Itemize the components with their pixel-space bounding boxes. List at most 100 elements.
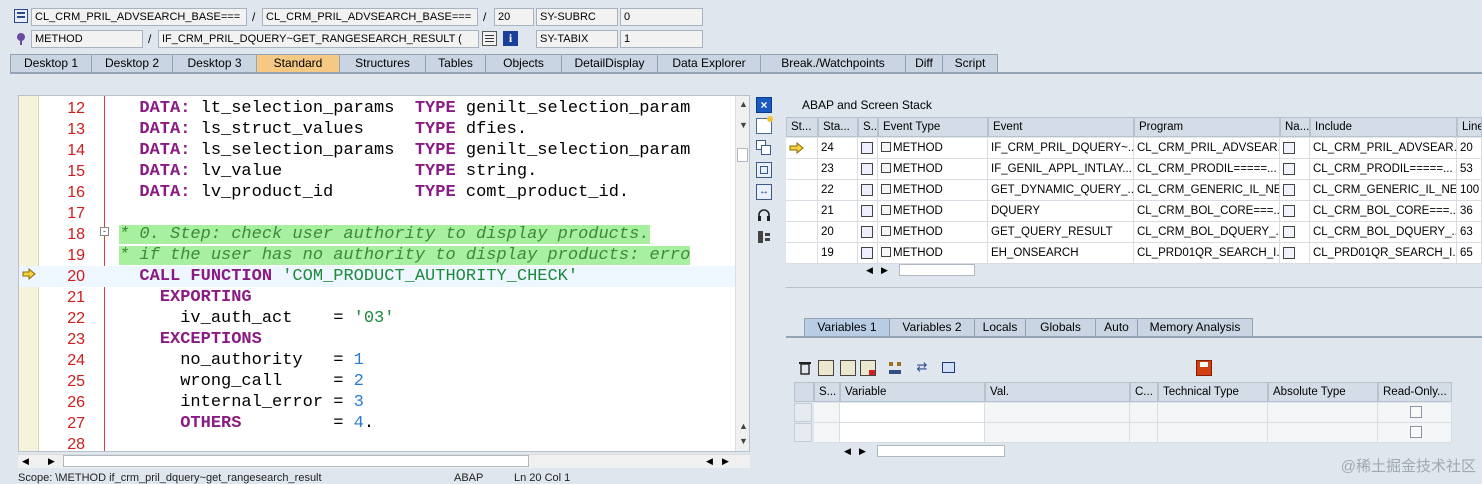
code-line[interactable]: 21 EXPORTING <box>19 287 735 308</box>
stack-line[interactable]: 36 <box>1457 201 1482 222</box>
stack-column-header[interactable]: Program <box>1134 117 1280 137</box>
object-icon[interactable] <box>942 362 955 373</box>
stack-include[interactable]: CL_PRD01QR_SEARCH_I... <box>1310 243 1457 264</box>
stack-event[interactable]: GET_DYNAMIC_QUERY_... <box>988 180 1134 201</box>
stack-level[interactable]: 22 <box>818 180 858 201</box>
maximize-icon[interactable] <box>756 162 772 178</box>
source-code-icon[interactable] <box>482 31 497 46</box>
stack-nav-cell[interactable] <box>1280 180 1310 201</box>
variables-icon[interactable] <box>860 360 876 376</box>
scroll-right-icon[interactable]: ▶ <box>722 455 729 467</box>
code-line[interactable]: 20 CALL FUNCTION 'COM_PRODUCT_AUTHORITY_… <box>19 266 735 287</box>
stack-event[interactable]: GET_QUERY_RESULT <box>988 222 1134 243</box>
stack-include[interactable]: CL_CRM_BOL_DQUERY_... <box>1310 222 1457 243</box>
stack-program[interactable]: CL_CRM_PRIL_ADVSEAR... <box>1134 138 1280 159</box>
variables-cell[interactable] <box>1268 403 1378 423</box>
variables-icon[interactable] <box>840 360 856 376</box>
scroll-left-icon[interactable]: ◀ <box>22 455 29 467</box>
stack-nav-cell[interactable] <box>1280 201 1310 222</box>
stack-include[interactable]: CL_CRM_BOL_CORE===... <box>1310 201 1457 222</box>
stack-event[interactable]: IF_CRM_PRIL_DQUERY~... <box>988 138 1134 159</box>
stack-column-header[interactable]: St... <box>786 117 818 137</box>
stack-event-type[interactable]: METHOD <box>878 201 988 222</box>
read-only-checkbox[interactable] <box>1410 426 1422 438</box>
stack-nav-cell[interactable] <box>1280 159 1310 180</box>
row-selector[interactable] <box>794 403 812 422</box>
variables-cell[interactable] <box>1130 403 1158 423</box>
tab-auto[interactable]: Auto <box>1095 318 1138 336</box>
stack-include[interactable]: CL_CRM_PRODIL=====... <box>1310 159 1457 180</box>
code-line[interactable]: 19 * if the user has no authority to disp… <box>19 245 735 266</box>
stack-line[interactable]: 65 <box>1457 243 1482 264</box>
stack-current-indicator[interactable] <box>786 243 818 264</box>
stack-program[interactable]: CL_CRM_PRODIL=====... <box>1134 159 1280 180</box>
stack-horizontal-scrollbar[interactable]: ◀ ▶ <box>864 264 976 278</box>
variables-cell[interactable] <box>814 403 840 423</box>
variables-cell[interactable] <box>985 423 1130 443</box>
sysvar-subrc-label[interactable]: SY-SUBRC <box>536 8 618 26</box>
tab-standard[interactable]: Standard <box>256 54 340 72</box>
line-number-field[interactable]: 20 <box>494 8 534 26</box>
code-line[interactable]: 17 <box>19 203 735 224</box>
include-field[interactable]: CL_CRM_PRIL_ADVSEARCH_BASE=== <box>262 8 478 26</box>
stack-current-indicator[interactable] <box>786 159 818 180</box>
stack-current-indicator[interactable] <box>786 201 818 222</box>
variable-name-input[interactable] <box>840 423 985 443</box>
navigate-icon[interactable] <box>1283 226 1295 238</box>
stack-column-header[interactable]: Event <box>988 117 1134 137</box>
tab-tables[interactable]: Tables <box>425 54 486 72</box>
tab-desktop-3[interactable]: Desktop 3 <box>172 54 257 72</box>
read-only-checkbox[interactable] <box>1410 406 1422 418</box>
scroll-right-icon[interactable]: ▶ <box>881 264 888 276</box>
save-icon[interactable] <box>1196 360 1212 376</box>
code-line[interactable]: 27 OTHERS = 4. <box>19 413 735 434</box>
stack-level[interactable]: 23 <box>818 159 858 180</box>
event-name-field[interactable]: IF_CRM_PRIL_DQUERY~GET_RANGESEARCH_RESUL… <box>158 30 479 48</box>
variables-cell[interactable] <box>1268 423 1378 443</box>
tab-objects[interactable]: Objects <box>485 54 562 72</box>
tab-script[interactable]: Script <box>942 54 998 72</box>
headset-icon[interactable] <box>756 207 772 223</box>
swap-icon[interactable]: ↔ <box>756 184 772 200</box>
variables-cell[interactable] <box>814 423 840 443</box>
tab-break-watchpoints[interactable]: Break./Watchpoints <box>760 54 906 72</box>
scroll-up-icon[interactable]: ▲ <box>739 421 748 431</box>
editor-vertical-scrollbar[interactable]: ▲ ▼ ▲ ▼ <box>735 96 749 451</box>
variables-column-header[interactable]: Technical Type <box>1158 382 1268 402</box>
code-line[interactable]: 18 * 0. Step: check user authority to dis… <box>19 224 735 245</box>
stack-column-header[interactable]: Event Type <box>878 117 988 137</box>
delete-icon[interactable] <box>798 360 814 376</box>
stack-current-indicator[interactable] <box>786 138 818 159</box>
editor-horizontal-scrollbar[interactable]: ◀ ▶ ◀ ▶ <box>18 454 750 468</box>
scroll-right-icon[interactable]: ▶ <box>48 455 55 467</box>
stack-nav-cell[interactable] <box>1280 243 1310 264</box>
navigate-icon[interactable] <box>1283 142 1295 154</box>
navigate-icon[interactable] <box>1283 184 1295 196</box>
stack-level[interactable]: 20 <box>818 222 858 243</box>
variables-column-header[interactable]: Read-Only... <box>1378 382 1452 402</box>
table-corner[interactable] <box>794 382 814 402</box>
variables-column-header[interactable]: S... <box>814 382 840 402</box>
tab-globals[interactable]: Globals <box>1025 318 1096 336</box>
stack-line[interactable]: 100 <box>1457 180 1482 201</box>
stack-event-type[interactable]: METHOD <box>878 159 988 180</box>
stack-current-indicator[interactable] <box>786 180 818 201</box>
hierarchy-icon[interactable] <box>887 360 903 376</box>
stack-program[interactable]: CL_CRM_BOL_CORE===... <box>1134 201 1280 222</box>
stack-source-icon-cell[interactable] <box>858 180 878 201</box>
stack-program[interactable]: CL_PRD01QR_SEARCH_I... <box>1134 243 1280 264</box>
stack-level[interactable]: 24 <box>818 138 858 159</box>
stack-level[interactable]: 21 <box>818 201 858 222</box>
sysvar-tabix-label[interactable]: SY-TABIX <box>536 30 618 48</box>
tab-memory-analysis[interactable]: Memory Analysis <box>1137 318 1253 336</box>
variables-cell[interactable] <box>1158 423 1268 443</box>
stack-event-type[interactable]: METHOD <box>878 222 988 243</box>
code-line[interactable]: 15 DATA: lv_value TYPE string. <box>19 161 735 182</box>
read-only-cell[interactable] <box>1378 423 1452 443</box>
scroll-thumb[interactable] <box>63 455 529 467</box>
scroll-left-icon[interactable]: ◀ <box>844 445 851 457</box>
close-icon[interactable]: × <box>756 97 772 113</box>
tab-locals[interactable]: Locals <box>974 318 1026 336</box>
main-program-field[interactable]: CL_CRM_PRIL_ADVSEARCH_BASE=== <box>31 8 247 26</box>
event-type-field[interactable]: METHOD <box>31 30 143 48</box>
